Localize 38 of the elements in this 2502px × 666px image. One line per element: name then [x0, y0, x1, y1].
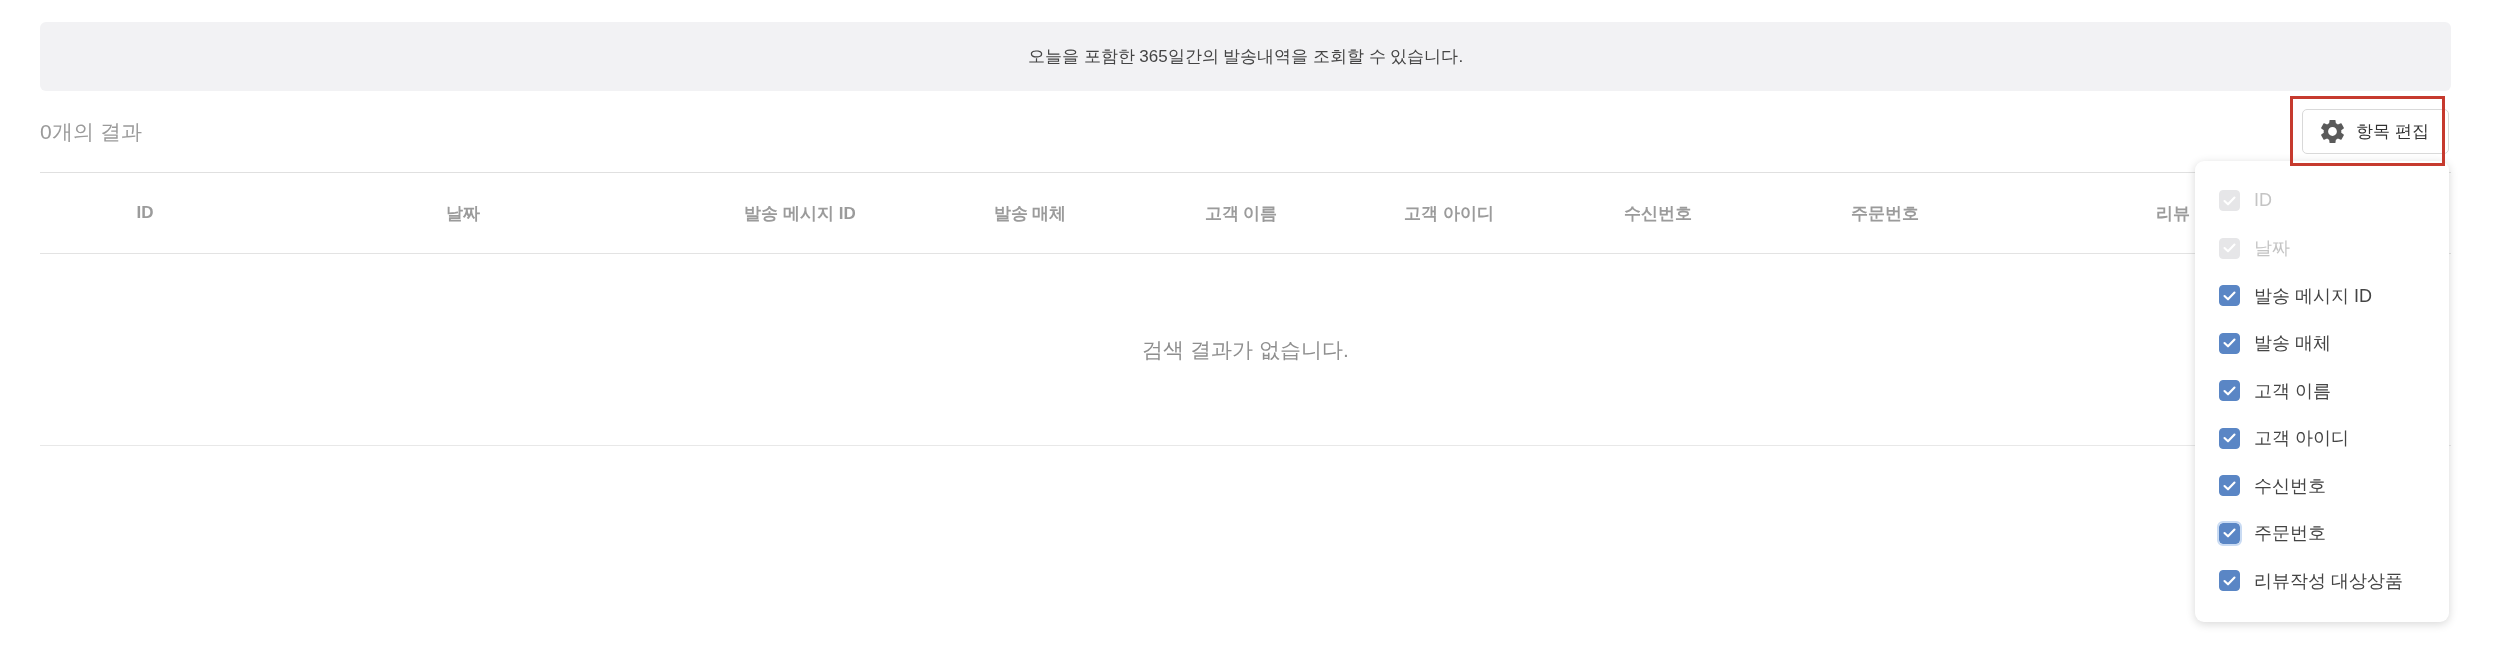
empty-message: 검색 결과가 없습니다.	[1142, 336, 1349, 363]
column-header: 고객 이름	[1204, 202, 1278, 225]
checkmark-icon	[2223, 338, 2236, 349]
checkmark-icon	[2223, 433, 2236, 444]
checkbox-label: 고객 이름	[2254, 379, 2331, 403]
checkbox-label: 고객 아이디	[2254, 427, 2349, 451]
checkmark-icon	[2223, 528, 2236, 539]
checkbox-label: 수신번호	[2254, 474, 2326, 498]
checkbox-label: 발송 메시지 ID	[2254, 284, 2372, 308]
column-header: 리뷰	[2156, 202, 2190, 225]
checkbox[interactable]	[2219, 332, 2240, 354]
edit-columns-button[interactable]: 항목 편집	[2302, 109, 2449, 154]
checkmark-icon	[2223, 195, 2236, 206]
checkbox-label: 발송 매체	[2254, 332, 2331, 356]
column-header: 수신번호	[1624, 202, 1692, 225]
gear-icon	[2321, 120, 2345, 143]
checkbox[interactable]	[2219, 285, 2240, 307]
checkmark-icon	[2223, 480, 2236, 491]
column-header: 주문번호	[1851, 202, 1919, 225]
checkbox[interactable]	[2219, 570, 2240, 592]
checkmark-icon	[2223, 385, 2236, 396]
column-header: 날짜	[446, 202, 480, 225]
checkbox[interactable]	[2219, 427, 2240, 449]
checkmark-icon	[2223, 243, 2236, 254]
result-count: 0개의 결과	[40, 118, 142, 145]
checkmark-icon	[2223, 290, 2236, 301]
notice-banner: 오늘을 포함한 365일간의 발송내역을 조회할 수 있습니다.	[40, 22, 2451, 91]
checkbox[interactable]	[2219, 475, 2240, 497]
column-header: 발송 매체	[993, 202, 1067, 225]
checkbox-label: 날짜	[2254, 237, 2290, 261]
column-header: ID	[136, 203, 154, 223]
checkbox-label: 리뷰작성 대상상품	[2254, 569, 2403, 593]
checkbox-label: 주문번호	[2254, 522, 2326, 546]
checkbox[interactable]	[2219, 380, 2240, 402]
column-header: 고객 아이디	[1404, 202, 1494, 225]
checkbox-label: ID	[2254, 190, 2272, 212]
column-header: 발송 메시지 ID	[744, 202, 856, 225]
checkmark-icon	[2223, 575, 2236, 586]
